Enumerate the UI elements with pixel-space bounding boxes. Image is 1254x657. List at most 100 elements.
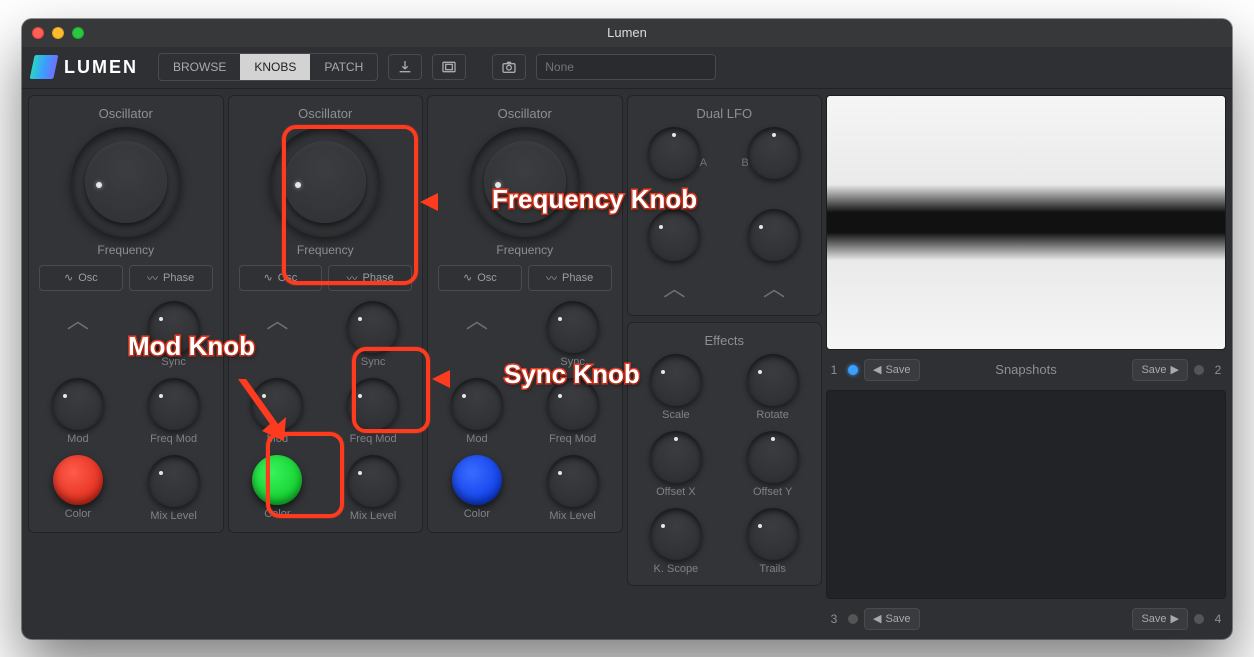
osc2-panel: Oscillator Frequency ∿Osc 〰Phase ︿ Sync … (228, 95, 424, 533)
snapshot-slot-3: 3 (826, 612, 842, 626)
osc3-shape-chevron-icon[interactable]: ︿ (451, 301, 503, 337)
osc3-color-swatch[interactable] (452, 455, 502, 505)
osc1-osc-button[interactable]: ∿Osc (39, 265, 123, 291)
snapshot-slot-4: 4 (1210, 612, 1226, 626)
snapshot-save-right-4[interactable]: Save ▶ (1132, 608, 1188, 630)
lfo-b-rate-knob[interactable] (748, 127, 800, 179)
lfo-b-label: B (741, 157, 748, 169)
osc3-freq-mod-knob[interactable] (547, 378, 599, 430)
output-preview (826, 95, 1226, 350)
osc1-sync-knob[interactable] (148, 301, 200, 353)
osc2-mod-knob[interactable] (251, 378, 303, 430)
snapshot-save-right-2[interactable]: Save ▶ (1132, 359, 1188, 381)
osc3-phase-button[interactable]: 〰Phase (528, 265, 612, 291)
osc1-color-swatch[interactable] (53, 455, 103, 505)
window-title: Lumen (22, 25, 1232, 40)
download-icon[interactable] (388, 54, 422, 80)
app-window: Lumen LUMEN BROWSE KNOBS PATCH Oscillato… (22, 19, 1232, 639)
osc1-mix-knob[interactable] (148, 455, 200, 507)
right-column: Dual LFO A B ︿ ︿ Eff (627, 95, 823, 633)
osc1-frequency-label: Frequency (39, 243, 213, 257)
osc3-osc-button[interactable]: ∿Osc (438, 265, 522, 291)
osc1-frequency-knob[interactable] (71, 127, 181, 237)
osc2-title: Oscillator (239, 106, 413, 121)
osc2-shape-chevron-icon[interactable]: ︿ (251, 301, 303, 337)
osc1-shape-chevron-icon[interactable]: ︿ (52, 301, 104, 337)
lfo-b-amount-knob[interactable] (748, 209, 800, 261)
app-logo: LUMEN (32, 55, 138, 79)
effects-panel: Effects Scale Rotate Offset X Offset Y K… (627, 322, 823, 586)
lfo-a-shape-chevron-icon[interactable]: ︿ (648, 269, 700, 305)
snapshot-save-left-1[interactable]: ◀ Save (864, 359, 920, 381)
fx-offset-y-knob[interactable] (747, 431, 799, 483)
osc1-freq-mod-knob[interactable] (148, 378, 200, 430)
osc3-frequency-knob[interactable] (470, 127, 580, 237)
fx-offset-x-knob[interactable] (650, 431, 702, 483)
snapshot-save-left-3[interactable]: ◀ Save (864, 608, 920, 630)
wave-icon: 〰 (546, 270, 557, 286)
snapshot-slot-1: 1 (826, 363, 842, 377)
tab-patch[interactable]: PATCH (310, 54, 377, 80)
main-toolbar: LUMEN BROWSE KNOBS PATCH (22, 47, 1232, 89)
snapshot-4-indicator-icon (1194, 614, 1204, 624)
content: Oscillator Frequency ∿Osc 〰Phase ︿ Sync … (22, 89, 1232, 639)
osc2-osc-button[interactable]: ∿Osc (239, 265, 323, 291)
fx-kscope-knob[interactable] (650, 508, 702, 560)
snapshot-1-indicator-icon (848, 365, 858, 375)
osc3-mix-knob[interactable] (547, 455, 599, 507)
lfo-b-shape-chevron-icon[interactable]: ︿ (748, 269, 800, 305)
sine-icon: ∿ (64, 271, 73, 284)
fx-scale-knob[interactable] (650, 354, 702, 406)
zoom-window-icon[interactable] (72, 27, 84, 39)
snapshot-bar-top: 1 ◀ Save Snapshots Save ▶ 2 (826, 356, 1226, 384)
osc1-mod-knob[interactable] (52, 378, 104, 430)
fx-trails-knob[interactable] (747, 508, 799, 560)
camera-icon[interactable] (492, 54, 526, 80)
osc2-color-swatch[interactable] (252, 455, 302, 505)
titlebar: Lumen (22, 19, 1232, 47)
lfo-a-label: A (700, 157, 707, 169)
osc2-mix-knob[interactable] (347, 455, 399, 507)
osc2-sync-knob[interactable] (347, 301, 399, 353)
search-field[interactable] (536, 54, 716, 80)
osc1-panel: Oscillator Frequency ∿Osc 〰Phase ︿ Sync … (28, 95, 224, 533)
osc1-title: Oscillator (39, 106, 213, 121)
lfo-a-rate-knob[interactable] (648, 127, 700, 179)
snapshot-3-indicator-icon (848, 614, 858, 624)
search-input[interactable] (536, 54, 716, 80)
osc2-phase-button[interactable]: 〰Phase (328, 265, 412, 291)
osc3-mod-knob[interactable] (451, 378, 503, 430)
dual-lfo-panel: Dual LFO A B ︿ ︿ (627, 95, 823, 316)
dual-lfo-title: Dual LFO (638, 106, 812, 121)
snapshot-pad[interactable] (826, 390, 1226, 599)
sine-icon: ∿ (263, 271, 272, 284)
osc-column-1: Oscillator Frequency ∿Osc 〰Phase ︿ Sync … (28, 95, 224, 633)
sine-icon: ∿ (463, 271, 472, 284)
osc3-sync-knob[interactable] (547, 301, 599, 353)
osc1-phase-button[interactable]: 〰Phase (129, 265, 213, 291)
minimize-window-icon[interactable] (52, 27, 64, 39)
snapshots-title: Snapshots (926, 362, 1127, 377)
tab-browse[interactable]: BROWSE (159, 54, 240, 80)
effects-title: Effects (638, 333, 812, 348)
tab-knobs[interactable]: KNOBS (240, 54, 310, 80)
snapshot-bar-bottom: 3 ◀ Save Save ▶ 4 (826, 605, 1226, 633)
fx-rotate-knob[interactable] (747, 354, 799, 406)
traffic-lights (32, 27, 84, 39)
snapshot-slot-2: 2 (1210, 363, 1226, 377)
osc3-frequency-label: Frequency (438, 243, 612, 257)
osc2-frequency-knob[interactable] (270, 127, 380, 237)
wave-icon: 〰 (347, 270, 358, 286)
osc2-frequency-label: Frequency (239, 243, 413, 257)
osc-column-3: Oscillator Frequency ∿Osc 〰Phase ︿ Sync … (427, 95, 623, 633)
close-window-icon[interactable] (32, 27, 44, 39)
osc3-panel: Oscillator Frequency ∿Osc 〰Phase ︿ Sync … (427, 95, 623, 533)
osc2-freq-mod-knob[interactable] (347, 378, 399, 430)
lfo-a-amount-knob[interactable] (648, 209, 700, 261)
knobs-area: Oscillator Frequency ∿Osc 〰Phase ︿ Sync … (22, 89, 822, 639)
view-tabs: BROWSE KNOBS PATCH (158, 53, 378, 81)
osc3-title: Oscillator (438, 106, 612, 121)
layout-icon[interactable] (432, 54, 466, 80)
preview-area: 1 ◀ Save Snapshots Save ▶ 2 3 ◀ Save Sav… (822, 89, 1232, 639)
osc-column-2: Oscillator Frequency ∿Osc 〰Phase ︿ Sync … (228, 95, 424, 633)
